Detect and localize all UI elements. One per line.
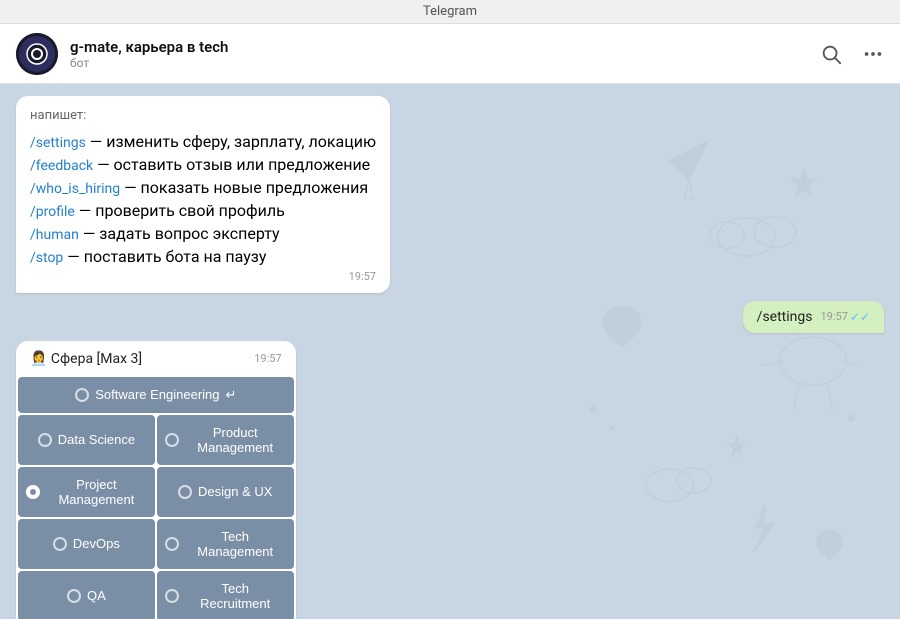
human-link[interactable]: /human — [30, 227, 79, 243]
more-button[interactable] — [862, 43, 884, 65]
radio-devops — [53, 537, 67, 551]
btn-devops[interactable]: DevOps — [18, 519, 155, 569]
btn-label-design-ux: Design & UX — [198, 484, 272, 499]
settings-link[interactable]: /settings — [30, 135, 86, 151]
btn-label-data-science: Data Science — [58, 432, 135, 447]
btn-row-2: Data Science Product Management — [18, 415, 294, 465]
btn-row-4: DevOps Tech Management — [18, 519, 294, 569]
btn-label-devops: DevOps — [73, 536, 120, 551]
radio-tech-recruitment — [165, 589, 179, 603]
user-message-bubble: /settings 19:57 ✓✓ — [743, 301, 884, 333]
bot-message-bubble: напишет: /settings — изменить сферу, зар… — [16, 96, 390, 293]
btn-project-management[interactable]: Project Management — [18, 467, 155, 517]
cmd-settings: /settings — изменить сферу, зарплату, ло… — [30, 132, 376, 151]
btn-product-management[interactable]: Product Management — [157, 415, 294, 465]
btn-label-product-management: Product Management — [185, 425, 286, 455]
profile-desc: — проверить свой профиль — [79, 201, 285, 220]
selection-card: 👩‍💼 Сфера [Max 3] 19:57 Software Enginee… — [16, 341, 296, 619]
user-message-text: /settings — [757, 309, 813, 325]
arrow-icon: ↵ — [226, 387, 237, 403]
radio-tech-management — [165, 537, 179, 551]
btn-software-engineering[interactable]: Software Engineering ↵ — [18, 377, 294, 413]
selection-buttons: Software Engineering ↵ Data Science Prod… — [16, 377, 296, 619]
feedback-link[interactable]: /feedback — [30, 158, 93, 174]
cmd-stop: /stop — поставить бота на паузу — [30, 247, 376, 266]
btn-tech-recruitment[interactable]: Tech Recruitment — [157, 571, 294, 619]
radio-product-management — [165, 433, 179, 447]
who-is-hiring-link[interactable]: /who_is_hiring — [30, 181, 120, 197]
radio-project-management — [26, 485, 40, 499]
btn-row-5: QA Tech Recruitment — [18, 571, 294, 619]
radio-qa — [67, 589, 81, 603]
btn-tech-management[interactable]: Tech Management — [157, 519, 294, 569]
btn-label-tech-recruitment: Tech Recruitment — [185, 581, 286, 611]
user-message-timestamp: 19:57 ✓✓ — [820, 310, 870, 324]
cmd-profile: /profile — проверить свой профиль — [30, 201, 376, 220]
btn-data-science[interactable]: Data Science — [18, 415, 155, 465]
selection-title: 👩‍💼 Сфера [Max 3] — [30, 351, 142, 367]
btn-qa[interactable]: QA — [18, 571, 155, 619]
settings-desc: — изменить сферу, зарплату, локацию — [90, 132, 376, 151]
chat-header: g-mate, карьера в tech бот — [0, 24, 900, 84]
double-check-icon: ✓✓ — [850, 310, 870, 324]
selection-timestamp: 19:57 — [254, 352, 281, 365]
btn-row-1: Software Engineering ↵ — [18, 377, 294, 413]
chat-area: напишет: /settings — изменить сферу, зар… — [0, 84, 900, 619]
bot-intro-text: напишет: — [30, 106, 376, 126]
radio-software-engineering — [75, 388, 89, 402]
app-title: Telegram — [423, 4, 477, 19]
bot-type: бот — [70, 56, 820, 70]
cmd-human: /human — задать вопрос эксперту — [30, 224, 376, 243]
btn-label-qa: QA — [87, 588, 106, 603]
search-button[interactable] — [820, 43, 842, 65]
btn-row-3: Project Management Design & UX — [18, 467, 294, 517]
profile-link[interactable]: /profile — [30, 204, 75, 220]
chat-content: напишет: /settings — изменить сферу, зар… — [16, 96, 884, 619]
bot-name: g-mate, карьера в tech — [70, 38, 820, 56]
selection-header: 👩‍💼 Сфера [Max 3] 19:57 — [16, 341, 296, 377]
bot-message-timestamp: 19:57 — [30, 270, 376, 283]
top-bar: Telegram — [0, 0, 900, 24]
stop-link[interactable]: /stop — [30, 250, 63, 266]
avatar — [16, 33, 58, 75]
header-info: g-mate, карьера в tech бот — [70, 38, 820, 70]
btn-design-ux[interactable]: Design & UX — [157, 467, 294, 517]
btn-label-project-management: Project Management — [46, 477, 147, 507]
who-is-hiring-desc: — показать новые предложения — [124, 178, 368, 197]
radio-data-science — [38, 433, 52, 447]
cmd-who-is-hiring: /who_is_hiring — показать новые предложе… — [30, 178, 376, 197]
human-desc: — задать вопрос эксперту — [83, 224, 280, 243]
header-actions — [820, 43, 884, 65]
btn-label-software-engineering: Software Engineering — [95, 387, 219, 402]
feedback-desc: — оставить отзыв или предложение — [97, 155, 370, 174]
btn-label-tech-management: Tech Management — [185, 529, 286, 559]
radio-design-ux — [178, 485, 192, 499]
stop-desc: — поставить бота на паузу — [67, 247, 266, 266]
cmd-feedback: /feedback — оставить отзыв или предложен… — [30, 155, 376, 174]
